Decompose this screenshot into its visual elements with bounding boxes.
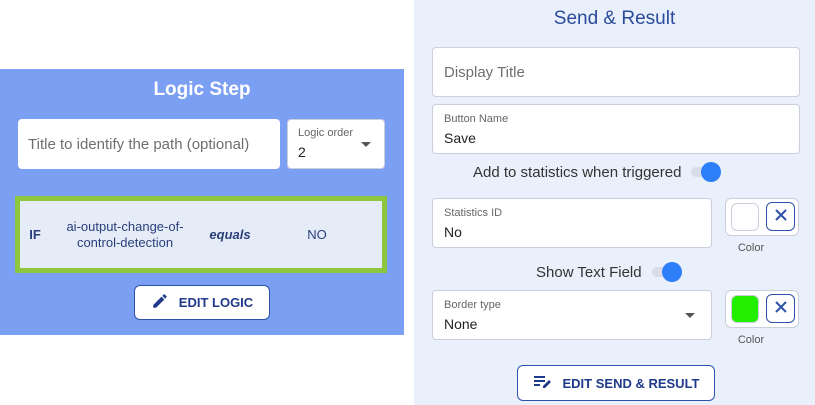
- logic-step-panel: Logic Step Logic order 2 IF ai-output-ch…: [0, 69, 404, 335]
- border-color-picker: [725, 290, 799, 328]
- condition-if-keyword: IF: [29, 227, 41, 242]
- button-name-field[interactable]: Button Name Save: [432, 104, 800, 154]
- show-text-field-toggle[interactable]: [651, 262, 682, 282]
- logic-condition-row[interactable]: IF ai-output-change-of-control-detection…: [15, 196, 387, 273]
- toggle-knob: [701, 162, 722, 182]
- logic-order-select[interactable]: Logic order 2: [287, 119, 385, 169]
- statistics-color-swatch[interactable]: [731, 203, 759, 231]
- clear-border-color-button[interactable]: [766, 294, 795, 323]
- edit-logic-button[interactable]: EDIT LOGIC: [134, 285, 270, 320]
- show-text-field-label: Show Text Field: [536, 263, 642, 281]
- logic-step-title: Logic Step: [153, 79, 251, 100]
- display-title-input[interactable]: [432, 47, 800, 97]
- add-to-statistics-label: Add to statistics when triggered: [473, 163, 682, 181]
- border-color-swatch[interactable]: [731, 295, 759, 323]
- close-icon: [774, 206, 788, 227]
- edit-send-result-label: EDIT SEND & RESULT: [562, 375, 700, 391]
- clear-statistics-color-button[interactable]: [766, 202, 795, 231]
- statistics-color-label: Color: [737, 242, 765, 254]
- logic-order-value: 2: [298, 144, 306, 160]
- statistics-id-label: Statistics ID: [444, 207, 503, 219]
- add-to-statistics-toggle[interactable]: [691, 162, 722, 182]
- show-text-field-row: Show Text Field: [536, 262, 682, 282]
- border-color-label: Color: [737, 334, 765, 346]
- statistics-color-picker: [725, 198, 799, 236]
- condition-operator: equals: [209, 227, 251, 242]
- chevron-down-icon: [685, 313, 695, 318]
- border-type-label: Border type: [444, 299, 501, 311]
- close-icon: [774, 298, 788, 319]
- path-title-input[interactable]: [18, 119, 280, 169]
- statistics-id-field[interactable]: Statistics ID No: [432, 198, 712, 248]
- button-name-value: Save: [444, 130, 476, 146]
- edit-send-result-button[interactable]: EDIT SEND & RESULT: [517, 365, 715, 401]
- send-result-title: Send & Result: [553, 8, 676, 29]
- condition-value: NO: [307, 227, 327, 242]
- logic-order-label: Logic order: [298, 127, 353, 139]
- edit-logic-label: EDIT LOGIC: [178, 295, 254, 310]
- border-type-value: None: [444, 316, 478, 332]
- pencil-icon: [151, 292, 169, 313]
- send-result-panel: Send & Result Button Name Save Add to st…: [414, 0, 815, 405]
- add-to-statistics-row: Add to statistics when triggered: [473, 162, 722, 182]
- canvas: Logic Step Logic order 2 IF ai-output-ch…: [0, 0, 815, 405]
- border-type-select[interactable]: Border type None: [432, 290, 712, 340]
- statistics-id-value: No: [444, 224, 462, 240]
- button-name-label: Button Name: [444, 113, 509, 125]
- toggle-knob: [661, 262, 682, 282]
- chevron-down-icon: [361, 142, 371, 147]
- edit-note-icon: [533, 374, 553, 393]
- condition-variable: ai-output-change-of-control-detection: [66, 218, 184, 250]
